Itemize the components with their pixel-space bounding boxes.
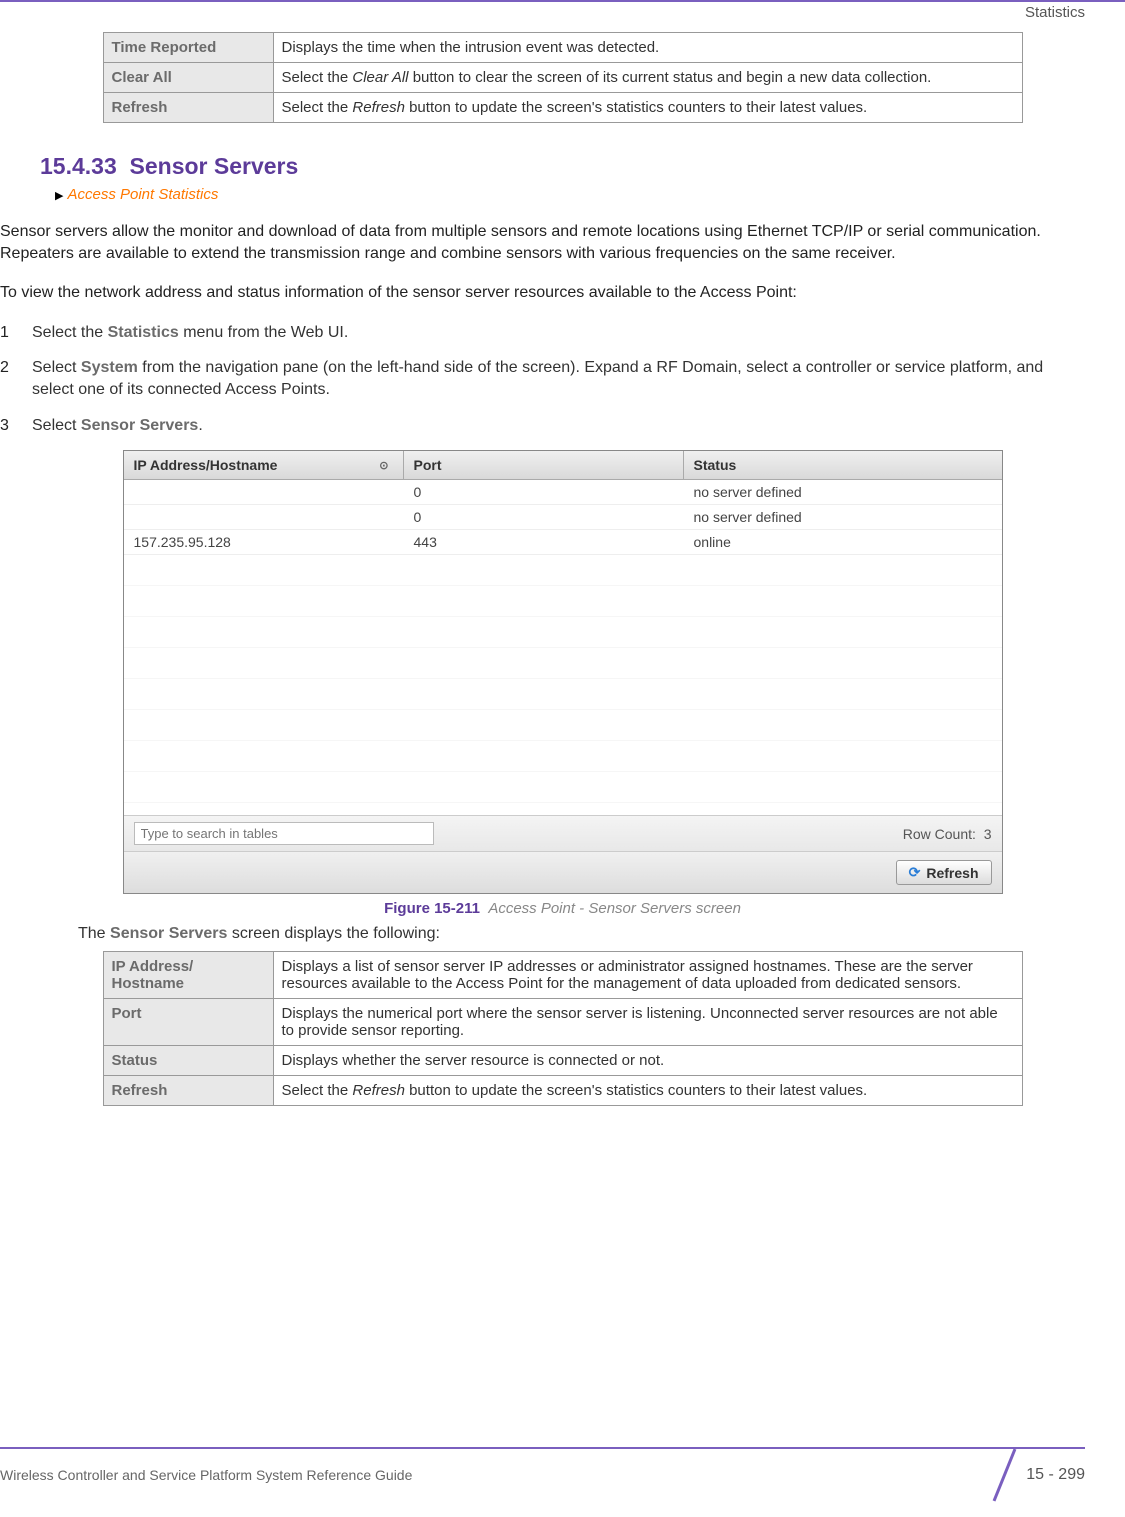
sort-asc-icon[interactable]: ⊙ — [379, 459, 388, 472]
refresh-icon: ⟳ — [909, 864, 921, 881]
def-term: Refresh — [103, 93, 273, 123]
row-count: Row Count: 3 — [903, 826, 992, 842]
def-term: Clear All — [103, 63, 273, 93]
def-term: Time Reported — [103, 33, 273, 63]
col-header-ip-label: IP Address/Hostname — [134, 457, 278, 473]
def-desc: Select the Clear All button to clear the… — [273, 63, 1022, 93]
footer-page-number: 15 - 299 — [986, 1455, 1085, 1495]
def-term: Port — [103, 999, 273, 1046]
footer-page-text: 15 - 299 — [1026, 1466, 1085, 1484]
screenshot-cell: 157.235.95.128 — [124, 530, 404, 554]
def-term: Refresh — [103, 1076, 273, 1106]
table-row: Clear AllSelect the Clear All button to … — [103, 63, 1022, 93]
section-number: 15.4.33 — [40, 153, 117, 179]
page-content: Time ReportedDisplays the time when the … — [0, 2, 1125, 1106]
table-row: StatusDisplays whether the server resour… — [103, 1046, 1022, 1076]
search-input[interactable] — [134, 822, 434, 845]
table2-intro-bold: Sensor Servers — [110, 925, 227, 942]
page-footer: Wireless Controller and Service Platform… — [0, 1447, 1125, 1495]
def-desc: Displays the numerical port where the se… — [273, 999, 1022, 1046]
row-count-value: 3 — [984, 826, 992, 842]
figure-title: Access Point - Sensor Servers screen — [488, 900, 741, 917]
col-header-port[interactable]: Port — [404, 451, 684, 479]
table-row: Time ReportedDisplays the time when the … — [103, 33, 1022, 63]
table-row: IP Address/HostnameDisplays a list of se… — [103, 952, 1022, 999]
refresh-button-label: Refresh — [926, 865, 978, 881]
footer-guide-title: Wireless Controller and Service Platform… — [0, 1467, 412, 1483]
table2-intro-post: screen displays the following: — [227, 925, 440, 942]
def-term: Status — [103, 1046, 273, 1076]
definition-table-1: Time ReportedDisplays the time when the … — [103, 32, 1023, 123]
intro-paragraph-1: Sensor servers allow the monitor and dow… — [0, 221, 1085, 264]
screenshot-footer-row: Row Count: 3 — [124, 815, 1002, 851]
footer-rule — [0, 1447, 1085, 1449]
page-slash-icon — [986, 1455, 1020, 1495]
header-section-label: Statistics — [1025, 0, 1085, 21]
breadcrumb[interactable]: ▶ Access Point Statistics — [55, 186, 1125, 203]
table2-intro-pre: The — [78, 925, 110, 942]
breadcrumb-arrow-icon: ▶ — [55, 190, 63, 202]
steps-list: Select the Statistics menu from the Web … — [0, 322, 1085, 436]
def-desc: Displays whether the server resource is … — [273, 1046, 1022, 1076]
def-desc: Displays the time when the intrusion eve… — [273, 33, 1022, 63]
screenshot-cell: online — [684, 530, 1002, 554]
figure-caption: Figure 15-211 Access Point - Sensor Serv… — [0, 900, 1125, 917]
def-desc: Select the Refresh button to update the … — [273, 1076, 1022, 1106]
screenshot-row[interactable]: 0no server defined — [124, 480, 1002, 505]
screenshot-cell: 443 — [404, 530, 684, 554]
section-heading: 15.4.33 Sensor Servers — [40, 153, 1125, 180]
step-item: Select the Statistics menu from the Web … — [0, 322, 1085, 344]
row-count-label: Row Count: — [903, 826, 976, 842]
step-item: Select Sensor Servers. — [0, 415, 1085, 437]
table-row: RefreshSelect the Refresh button to upda… — [103, 93, 1022, 123]
intro-paragraph-2: To view the network address and status i… — [0, 282, 1085, 304]
screenshot-cell — [124, 480, 404, 504]
screenshot-empty-rows — [124, 555, 1002, 815]
step-item: Select System from the navigation pane (… — [0, 357, 1085, 400]
table-row: RefreshSelect the Refresh button to upda… — [103, 1076, 1022, 1106]
screenshot-row[interactable]: 157.235.95.128443online — [124, 530, 1002, 555]
screenshot-table-body: 0no server defined0no server defined157.… — [124, 480, 1002, 555]
col-header-ip[interactable]: IP Address/Hostname ⊙ — [124, 451, 404, 479]
col-header-status[interactable]: Status — [684, 451, 1002, 479]
figure-number: Figure 15-211 — [384, 900, 480, 917]
table2-intro: The Sensor Servers screen displays the f… — [78, 925, 1085, 943]
breadcrumb-label: Access Point Statistics — [67, 186, 218, 203]
def-desc: Select the Refresh button to update the … — [273, 93, 1022, 123]
screenshot-row[interactable]: 0no server defined — [124, 505, 1002, 530]
def-desc: Displays a list of sensor server IP addr… — [273, 952, 1022, 999]
screenshot-cell: no server defined — [684, 505, 1002, 529]
table-row: PortDisplays the numerical port where th… — [103, 999, 1022, 1046]
section-title: Sensor Servers — [130, 153, 299, 179]
refresh-button[interactable]: ⟳ Refresh — [896, 860, 992, 885]
screenshot-cell: no server defined — [684, 480, 1002, 504]
screenshot-table-header: IP Address/Hostname ⊙ Port Status — [124, 451, 1002, 480]
screenshot-cell — [124, 505, 404, 529]
screenshot-cell: 0 — [404, 480, 684, 504]
screenshot-button-bar: ⟳ Refresh — [124, 851, 1002, 893]
def-term: IP Address/Hostname — [103, 952, 273, 999]
screenshot-cell: 0 — [404, 505, 684, 529]
sensor-servers-screenshot: IP Address/Hostname ⊙ Port Status 0no se… — [123, 450, 1003, 894]
definition-table-2: IP Address/HostnameDisplays a list of se… — [103, 951, 1023, 1106]
